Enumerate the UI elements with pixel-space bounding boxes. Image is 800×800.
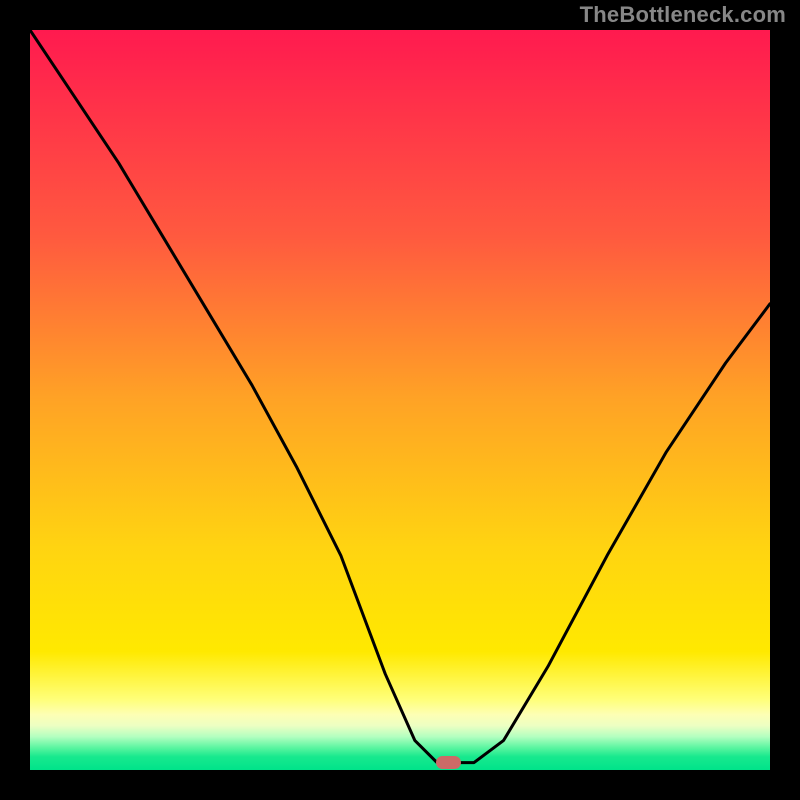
optimal-point-marker xyxy=(436,756,461,769)
bottleneck-curve-path xyxy=(30,30,770,763)
watermark-text: TheBottleneck.com xyxy=(580,2,786,28)
bottleneck-curve-svg xyxy=(30,30,770,770)
plot-area xyxy=(30,30,770,770)
